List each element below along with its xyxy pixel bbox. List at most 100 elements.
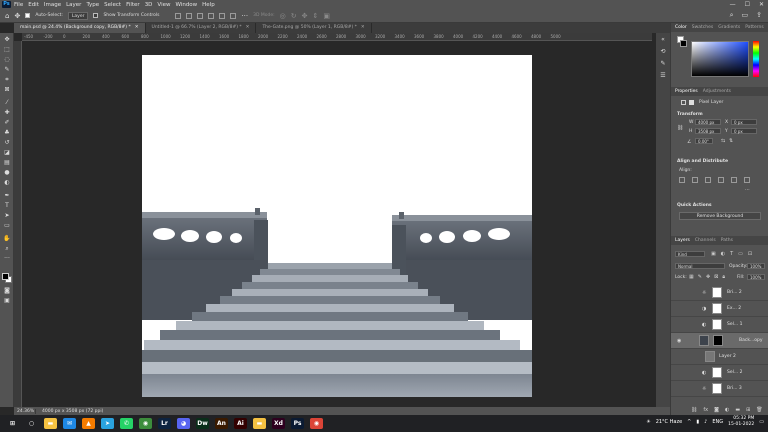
history-brush-icon[interactable]: ↺ bbox=[2, 139, 12, 147]
more-options-icon[interactable]: ··· bbox=[241, 12, 248, 20]
tab-main-psd[interactable]: main.psd @ 24.4% (Background copy, RGB/8… bbox=[14, 23, 146, 33]
lock-artboard-icon[interactable]: ⊠ bbox=[714, 274, 718, 280]
transform-controls-checkbox[interactable] bbox=[93, 13, 99, 18]
taskbar-illustrator-icon[interactable]: Ai bbox=[234, 418, 247, 429]
type-tool-icon[interactable]: T bbox=[2, 202, 12, 210]
minimize-button[interactable]: — bbox=[730, 0, 736, 9]
layer-name[interactable]: Ex... 2 bbox=[727, 306, 741, 311]
kind-filter-dropdown[interactable]: Kind bbox=[675, 251, 705, 257]
weather-icon[interactable]: ☀ bbox=[646, 419, 650, 425]
visibility-eye-icon[interactable]: ◉ bbox=[677, 338, 682, 344]
search-icon[interactable]: ⌕ bbox=[730, 11, 734, 20]
gradient-tool-icon[interactable]: ▤ bbox=[2, 159, 12, 167]
history-panel-icon[interactable]: ⟲ bbox=[659, 48, 667, 55]
align-left-icon[interactable] bbox=[208, 12, 215, 19]
path-select-tool-icon[interactable]: ➤ bbox=[2, 212, 12, 220]
move-tool-icon[interactable]: ✥ bbox=[14, 12, 20, 20]
3d-camera-icon[interactable]: ▣ bbox=[323, 12, 330, 20]
align-top-icon[interactable] bbox=[175, 12, 182, 19]
link-icon[interactable]: ⛓ bbox=[677, 125, 683, 131]
align-vcenter-icon[interactable] bbox=[186, 12, 193, 19]
angle-field[interactable]: 0.00° bbox=[695, 138, 713, 144]
lasso-tool-icon[interactable]: ◌ bbox=[2, 56, 12, 64]
blur-tool-icon[interactable]: ● bbox=[2, 169, 12, 177]
tab-layers[interactable]: Layers bbox=[675, 238, 690, 243]
volume-icon[interactable]: ♪ bbox=[704, 419, 707, 425]
layer-name[interactable]: Sel... 1 bbox=[727, 322, 742, 327]
marquee-tool-icon[interactable]: ⬚ bbox=[2, 46, 12, 54]
move-tool-icon[interactable]: ✥ bbox=[2, 36, 12, 44]
maximize-button[interactable]: ☐ bbox=[745, 0, 750, 9]
healing-brush-icon[interactable]: ✚ bbox=[2, 109, 12, 117]
screen-mode-icon[interactable]: ▣ bbox=[2, 297, 12, 305]
layer-row[interactable]: ☼ Bri... 2 bbox=[671, 285, 768, 301]
document-info[interactable]: 4000 px x 3508 px (72 ppi) bbox=[36, 409, 103, 414]
clone-stamp-icon[interactable]: ♣ bbox=[2, 129, 12, 137]
taskbar-xd-icon[interactable]: Xd bbox=[272, 418, 285, 429]
3d-slide-icon[interactable]: ⇕ bbox=[313, 12, 319, 20]
crop-tool-icon[interactable]: ⌗ bbox=[2, 76, 12, 84]
menu-filter[interactable]: Filter bbox=[126, 2, 140, 8]
menu-view[interactable]: View bbox=[157, 2, 170, 8]
fx-icon[interactable]: fx bbox=[703, 407, 708, 413]
taskbar-lightroom-icon[interactable]: Lr bbox=[158, 418, 171, 429]
tab-swatches[interactable]: Swatches bbox=[692, 25, 714, 30]
menu-layer[interactable]: Layer bbox=[66, 2, 81, 8]
document-canvas[interactable] bbox=[142, 55, 532, 397]
tab-channels[interactable]: Channels bbox=[695, 238, 716, 243]
taskbar-files-icon[interactable]: ▬ bbox=[253, 418, 266, 429]
opacity-field[interactable]: 100% bbox=[747, 263, 765, 269]
menu-file[interactable]: File bbox=[14, 2, 23, 8]
brush-tool-icon[interactable]: ✐ bbox=[2, 119, 12, 127]
delete-layer-icon[interactable]: 🗑︎ bbox=[756, 407, 762, 413]
align-bottom-icon[interactable] bbox=[744, 177, 750, 183]
menu-edit[interactable]: Edit bbox=[28, 2, 39, 8]
align-hcenter-icon[interactable] bbox=[692, 177, 698, 183]
quick-actions-title[interactable]: Quick Actions bbox=[677, 203, 712, 208]
tab-the-gate[interactable]: The-Gate.png @ 50% (Layer 1, RGB/8#) * ✕ bbox=[256, 23, 372, 33]
taskbar-animate-icon[interactable]: An bbox=[215, 418, 228, 429]
language-indicator[interactable]: ENG bbox=[712, 419, 723, 425]
layer-row[interactable]: ◐ Sel... 2 bbox=[671, 365, 768, 381]
fill-field[interactable]: 100% bbox=[747, 274, 765, 280]
taskbar-start-icon[interactable]: ⊞ bbox=[6, 418, 19, 429]
flip-horizontal-icon[interactable]: ⇆ bbox=[721, 138, 725, 144]
add-mask-icon[interactable]: ◙ bbox=[714, 407, 719, 413]
close-icon[interactable]: ✕ bbox=[246, 25, 250, 30]
workspace-icon[interactable]: ▭ bbox=[742, 11, 749, 20]
align-title[interactable]: Align and Distribute bbox=[677, 159, 728, 164]
lock-pixels-icon[interactable]: ✎ bbox=[698, 274, 702, 280]
libraries-panel-icon[interactable]: ☰ bbox=[659, 72, 667, 79]
layer-row[interactable]: ◐ Sel... 1 bbox=[671, 317, 768, 333]
quick-mask-icon[interactable]: ◙ bbox=[2, 287, 12, 295]
hue-slider[interactable] bbox=[753, 41, 759, 77]
menu-select[interactable]: Select bbox=[104, 2, 121, 8]
share-icon[interactable]: ⇪ bbox=[756, 11, 762, 20]
filter-shape-icon[interactable]: ▭ bbox=[738, 251, 743, 257]
link-layers-icon[interactable]: ⛓ bbox=[691, 407, 697, 413]
eyedropper-tool-icon[interactable]: ⁄ bbox=[2, 99, 12, 107]
pen-tool-icon[interactable]: ✒ bbox=[2, 192, 12, 200]
zoom-level[interactable]: 24.36% bbox=[14, 408, 36, 414]
close-icon[interactable]: ✕ bbox=[135, 25, 139, 30]
layer-row[interactable]: ◑ Ex... 2 bbox=[671, 301, 768, 317]
dodge-tool-icon[interactable]: ◐ bbox=[2, 179, 12, 187]
layer-name[interactable]: Bri... 3 bbox=[727, 386, 742, 391]
brush-settings-icon[interactable]: ✎ bbox=[659, 60, 667, 67]
align-right-icon[interactable] bbox=[230, 12, 237, 19]
foreground-color-swatch[interactable] bbox=[2, 273, 9, 280]
auto-select-dropdown[interactable]: Layer bbox=[67, 11, 89, 20]
3d-roll-icon[interactable]: ↻ bbox=[291, 12, 297, 20]
notifications-icon[interactable]: ▭ bbox=[759, 419, 764, 425]
shape-tool-icon[interactable]: ▭ bbox=[2, 222, 12, 230]
background-color-swatch[interactable] bbox=[680, 40, 687, 47]
width-field[interactable]: 4000 px bbox=[695, 119, 721, 125]
tab-untitled-1[interactable]: Untitled-1 @ 66.7% (Layer 2, RGB/8#) * ✕ bbox=[146, 23, 257, 33]
menu-image[interactable]: Image bbox=[44, 2, 61, 8]
filter-smart-icon[interactable]: ⊡ bbox=[748, 251, 752, 257]
layer-name[interactable]: Sel... 2 bbox=[727, 370, 742, 375]
3d-orbit-icon[interactable]: ◎ bbox=[280, 12, 286, 20]
clock[interactable]: 05:32 PM 15-01-2022 bbox=[728, 416, 754, 428]
y-field[interactable]: 0 px bbox=[731, 128, 757, 134]
lock-transparent-icon[interactable]: ▦ bbox=[689, 274, 694, 280]
